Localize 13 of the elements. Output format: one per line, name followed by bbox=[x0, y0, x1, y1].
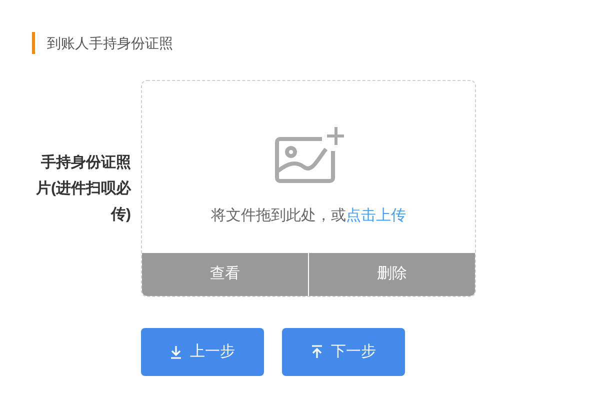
image-icon bbox=[274, 125, 344, 185]
next-step-button[interactable]: 下一步 bbox=[282, 328, 405, 376]
upload-link[interactable]: 点击上传 bbox=[346, 207, 406, 224]
previous-step-button[interactable]: 上一步 bbox=[141, 328, 264, 376]
accent-bar bbox=[32, 32, 35, 54]
delete-button[interactable]: 删除 bbox=[308, 253, 475, 296]
download-icon bbox=[170, 345, 182, 359]
field-label: 手持身份证照片(进件扫呗必传) bbox=[35, 152, 131, 224]
upload-icon bbox=[311, 345, 323, 359]
view-button[interactable]: 查看 bbox=[142, 253, 308, 296]
section-title: 到账人手持身份证照 bbox=[47, 34, 173, 52]
upload-area[interactable]: 将文件拖到此处，或点击上传 查看 删除 bbox=[141, 80, 476, 297]
upload-hint: 将文件拖到此处，或点击上传 bbox=[211, 206, 406, 226]
